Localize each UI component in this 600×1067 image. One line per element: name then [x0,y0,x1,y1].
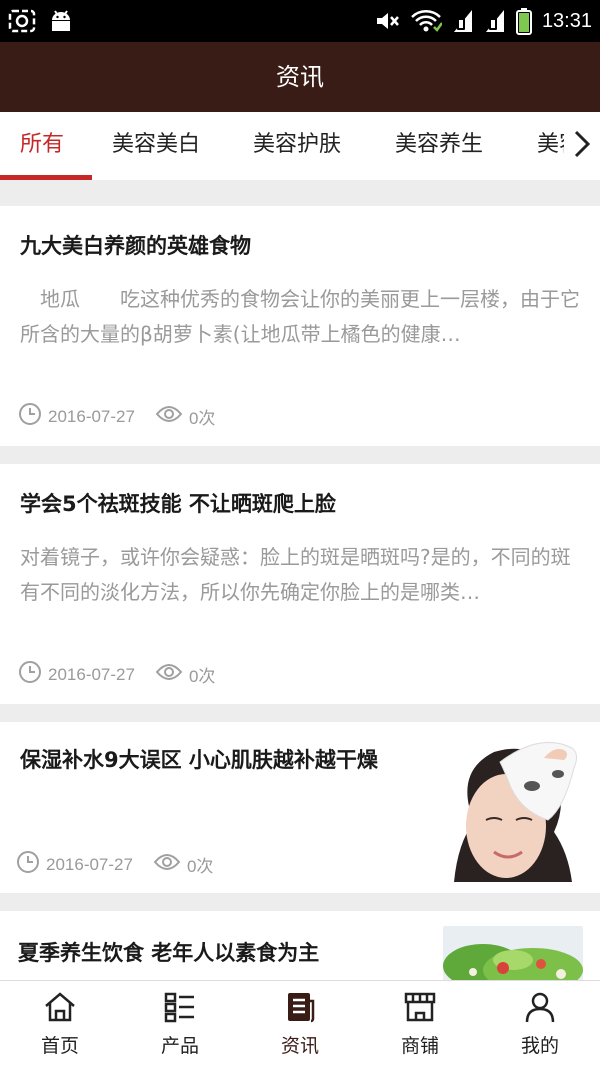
article-views: 0次 [188,409,216,428]
article-thumbnail-woman-face-mask [440,734,586,882]
article-thumbnail-vegetable-salad [443,926,583,980]
nav-shop-label: 商铺 [400,1035,439,1057]
nav-news-label: 资讯 [280,1035,319,1057]
bottom-navigation: 首页 产品 资讯 商铺 我的 [0,980,600,1067]
eye-icon [155,662,183,687]
article-meta: 2016-07-27 0次 [18,402,215,431]
article-card[interactable]: 九大美白养颜的英雄食物 地瓜 吃这种优秀的食物会让你的美丽更上一层楼，由于它所含… [0,206,600,446]
article-card[interactable]: 学会5个祛斑技能 不让晒斑爬上脸 对着镜子，或许你会疑惑：脸上的斑是晒斑吗?是的… [0,464,600,704]
clock-icon [16,850,40,879]
shop-icon [403,991,437,1027]
nav-products-label: 产品 [160,1035,199,1057]
article-summary: 地瓜 吃这种优秀的食物会让你的美丽更上一层楼，由于它所含的大量的β胡萝卜素(让地… [20,287,580,346]
clock-icon [18,660,42,689]
eye-icon [153,852,181,877]
article-meta: 2016-07-27 0次 [16,850,213,879]
page-title: 资讯 [276,63,324,91]
wifi-icon [410,9,442,33]
nav-shop[interactable]: 商铺 [360,981,480,1067]
screenshot-camera-icon [8,9,36,33]
nav-news[interactable]: 资讯 [240,981,360,1067]
chevron-right-icon [573,129,591,163]
nav-mine-label: 我的 [520,1035,559,1057]
tab-beauty-skincare[interactable]: 美容护肤 [253,112,341,180]
article-date: 2016-07-27 [48,406,135,426]
clock-icon [18,402,42,431]
article-views: 0次 [188,667,216,686]
article-date: 2016-07-27 [46,854,133,874]
article-card[interactable]: 夏季养生饮食 老年人以素食为主 [0,911,600,980]
article-card[interactable]: 保湿补水9大误区 小心肌肤越补越干燥 2016-07-27 0次 [0,722,600,893]
nav-home-label: 首页 [40,1035,79,1057]
app-header: 资讯 [0,42,600,112]
article-meta: 2016-07-27 0次 [18,660,215,689]
active-tab-indicator [0,175,92,180]
nav-mine[interactable]: 我的 [480,981,600,1067]
sim2-signal-icon [484,8,506,34]
status-time: 13:31 [541,9,592,32]
article-title: 九大美白养颜的英雄食物 [20,234,251,258]
nav-products[interactable]: 产品 [120,981,240,1067]
battery-icon [515,7,532,35]
eye-icon [155,404,183,429]
home-icon [43,991,77,1027]
nav-home[interactable]: 首页 [0,981,120,1067]
sim1-signal-icon [452,8,474,34]
tab-beauty-whitening[interactable]: 美容美白 [112,112,200,180]
category-tabs: 所有 美容美白 美容护肤 美容养生 美容 [0,112,600,180]
status-bar: 13:31 [0,0,600,42]
tabs-scroll-next-button[interactable] [564,112,600,180]
tab-beauty-wellness[interactable]: 美容养生 [395,112,483,180]
article-title: 夏季养生饮食 老年人以素食为主 [18,941,320,965]
news-icon [283,991,317,1027]
article-views: 0次 [186,857,214,876]
product-list-icon [163,991,197,1027]
article-title: 学会5个祛斑技能 不让晒斑爬上脸 [20,492,336,516]
article-date: 2016-07-27 [48,664,135,684]
android-icon [48,8,74,34]
tab-all[interactable]: 所有 [20,112,64,180]
user-icon [523,991,557,1027]
article-title: 保湿补水9大误区 小心肌肤越补越干燥 [20,748,378,772]
mute-icon [374,9,400,33]
article-summary: 对着镜子，或许你会疑惑：脸上的斑是晒斑吗?是的，不同的斑有不同的淡化方法，所以你… [20,545,571,604]
